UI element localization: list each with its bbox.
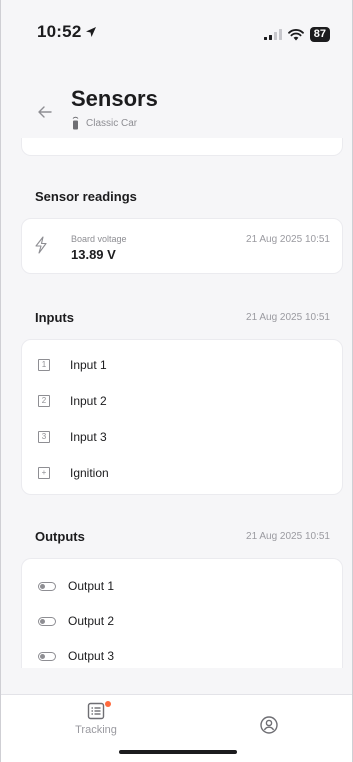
list-item-output-1[interactable]: Output 1	[22, 568, 342, 604]
header-text: Sensors Classic Car	[71, 86, 158, 130]
device-name: Classic Car	[86, 117, 138, 129]
notification-badge	[105, 701, 111, 707]
input-label: Ignition	[70, 466, 109, 480]
tab-icon-wrap	[71, 701, 121, 721]
input-number-icon: 2	[38, 395, 50, 407]
wifi-icon	[287, 28, 304, 40]
sensor-readings-title: Sensor readings	[35, 189, 137, 204]
location-arrow-icon	[86, 27, 97, 37]
inputs-card: 1 Input 1 2 Input 2 3 Input 3 + Ignition	[21, 339, 343, 495]
output-label: Output 3	[68, 649, 115, 663]
list-item-input-3: 3 Input 3	[22, 419, 342, 455]
cellular-signal-icon	[263, 29, 282, 40]
status-time: 10:52	[37, 22, 97, 42]
tab-label-tracking: Tracking	[75, 724, 117, 736]
tracking-list-icon	[87, 702, 105, 720]
arrow-left-icon	[38, 106, 52, 118]
input-label: Input 1	[70, 358, 107, 372]
input-label: Input 2	[70, 394, 107, 408]
list-item-output-2[interactable]: Output 2	[22, 603, 342, 639]
home-indicator[interactable]	[119, 750, 237, 754]
battery-level: 87	[309, 27, 330, 42]
sensor-reading-card: Board voltage 13.89 V 21 Aug 2025 10:51	[21, 218, 343, 274]
list-item-output-3[interactable]: Output 3	[22, 638, 342, 674]
input-label: Input 3	[70, 430, 107, 444]
list-item-ignition: + Ignition	[22, 455, 342, 491]
list-item-input-1: 1 Input 1	[22, 347, 342, 383]
reading-label: Board voltage	[71, 234, 127, 244]
toggle-off-icon[interactable]	[38, 616, 56, 626]
reading-timestamp: 21 Aug 2025 10:51	[246, 234, 330, 245]
input-number-icon: 3	[38, 431, 50, 443]
profile-icon	[260, 716, 278, 734]
device-subtitle: Classic Car	[71, 116, 158, 130]
page-title: Sensors	[71, 86, 158, 111]
outputs-timestamp: 21 Aug 2025 10:51	[246, 531, 330, 542]
outputs-title: Outputs	[35, 529, 85, 544]
inputs-title: Inputs	[35, 310, 74, 325]
toggle-off-icon[interactable]	[38, 651, 56, 661]
tab-tracking[interactable]: Tracking	[71, 701, 121, 736]
ignition-icon: +	[38, 467, 50, 479]
status-icons: 87	[263, 27, 330, 42]
tracker-device-icon	[72, 116, 79, 130]
outputs-card: Output 1 Output 2 Output 3	[21, 558, 343, 668]
list-item-input-2: 2 Input 2	[22, 383, 342, 419]
sensors-screen: 10:52 87 Sensors Classic Car Sensor read…	[0, 0, 353, 762]
output-label: Output 1	[68, 579, 115, 593]
status-bar: 10:52 87	[1, 0, 352, 52]
status-time-text: 10:52	[37, 22, 82, 41]
page-header: Sensors Classic Car	[1, 78, 352, 138]
inputs-timestamp: 21 Aug 2025 10:51	[246, 312, 330, 323]
collapsed-card	[21, 138, 343, 156]
toggle-off-icon[interactable]	[38, 581, 56, 591]
input-number-icon: 1	[38, 359, 50, 371]
reading-value: 13.89 V	[71, 247, 116, 262]
tab-profile[interactable]	[256, 715, 282, 735]
back-button[interactable]	[33, 100, 57, 124]
lightning-icon	[35, 236, 47, 254]
output-label: Output 2	[68, 614, 115, 628]
